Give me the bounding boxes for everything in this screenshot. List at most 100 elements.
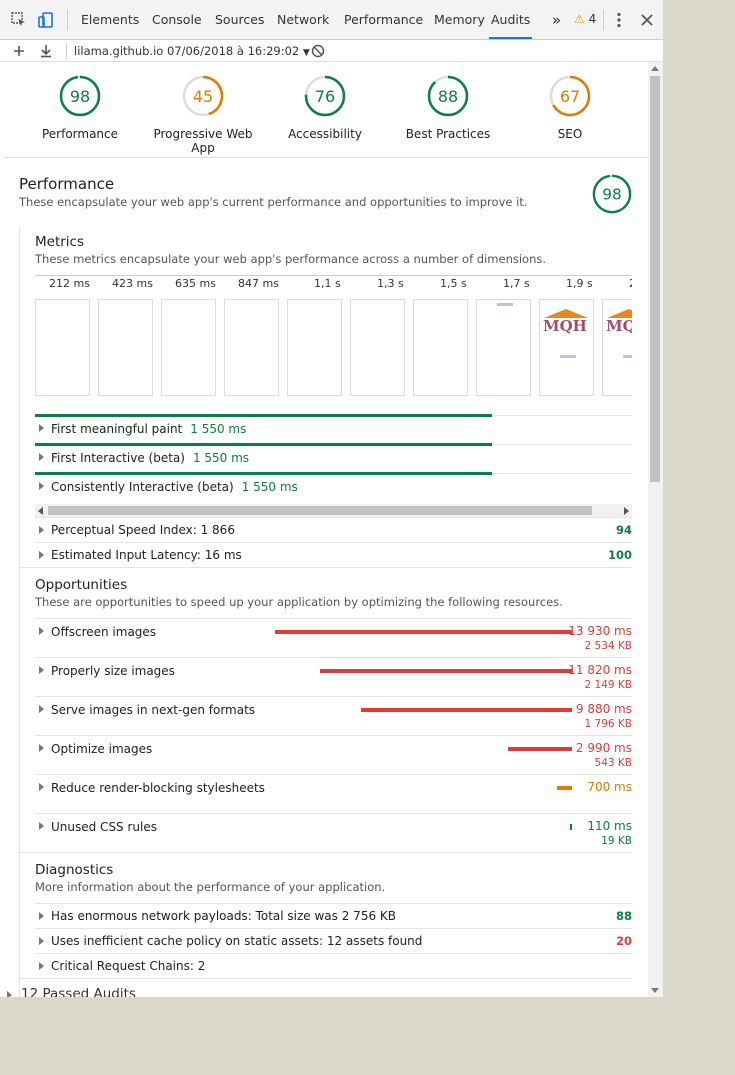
tab-network[interactable]: Network bbox=[277, 0, 329, 39]
gauge-score: 67 bbox=[560, 87, 580, 106]
metric-row[interactable]: Consistently Interactive (beta) 1 550 ms bbox=[35, 472, 632, 502]
filmstrip-frame bbox=[35, 299, 90, 396]
opportunity-row[interactable]: Properly size images 11 820 ms 2 149 KB bbox=[35, 657, 632, 697]
expand-caret-icon bbox=[7, 991, 12, 997]
filmstrip-tick: 1,9 s bbox=[566, 277, 593, 290]
site-logo-thumbnail: MQH bbox=[606, 317, 632, 335]
gauge-seo[interactable]: 67 SEO bbox=[510, 74, 630, 141]
filmstrip-tick: 1,7 s bbox=[503, 277, 530, 290]
new-audit-icon[interactable] bbox=[10, 42, 28, 60]
expand-caret-icon bbox=[39, 526, 44, 534]
opportunity-savings-ms: 9 880 ms bbox=[575, 702, 632, 716]
diagnostics-description: More information about the performance o… bbox=[35, 880, 386, 894]
opportunity-savings-ms: 13 930 ms bbox=[568, 624, 632, 638]
category-score-gauge: 98 bbox=[591, 173, 633, 218]
gauge-label: Progressive Web App bbox=[153, 127, 253, 155]
kebab-menu-icon[interactable] bbox=[610, 11, 628, 29]
scroll-right-icon[interactable] bbox=[624, 507, 629, 515]
diagnostic-row[interactable]: Critical Request Chains: 2 bbox=[35, 953, 632, 979]
scrollbar-thumb[interactable] bbox=[48, 506, 592, 515]
download-report-icon[interactable] bbox=[37, 42, 55, 60]
category-title: Performance bbox=[19, 175, 115, 193]
metric-row[interactable]: First meaningful paint 1 550 ms bbox=[35, 414, 632, 444]
opportunity-label: Optimize images bbox=[51, 742, 153, 756]
opportunity-savings-kb: 19 KB bbox=[601, 835, 632, 847]
tab-elements[interactable]: Elements bbox=[81, 0, 139, 39]
expand-caret-icon bbox=[39, 482, 44, 490]
gauge-label: Accessibility bbox=[288, 127, 362, 141]
metric-score: 94 bbox=[615, 523, 632, 537]
more-tabs-button[interactable]: » bbox=[552, 0, 561, 39]
opportunity-savings-kb: 2 534 KB bbox=[584, 640, 633, 652]
gauge-progressive-web-app[interactable]: 45 Progressive Web App bbox=[143, 74, 263, 155]
toolbar-divider bbox=[66, 43, 67, 59]
filmstrip: 212 ms 423 ms 635 ms 847 ms 1,1 s 1,3 s … bbox=[35, 275, 632, 401]
devtools-toolbar: Elements Console Sources Network Perform… bbox=[0, 0, 663, 40]
scored-metric-row[interactable]: Estimated Input Latency: 16 ms 100 bbox=[35, 542, 632, 568]
scored-metric-row[interactable]: Perceptual Speed Index: 1 866 94 bbox=[35, 517, 632, 543]
gauge-accessibility[interactable]: 76 Accessibility bbox=[265, 74, 385, 141]
opportunity-savings-ms: 11 820 ms bbox=[568, 663, 632, 677]
filmstrip-frame bbox=[161, 299, 216, 396]
opportunity-label: Reduce render-blocking stylesheets bbox=[51, 781, 265, 795]
section-divider bbox=[19, 226, 20, 997]
filmstrip-tick: 212 ms bbox=[49, 277, 90, 290]
opportunity-savings-kb: 1 796 KB bbox=[584, 718, 633, 730]
metric-timing-bar bbox=[35, 414, 492, 417]
gauge-label: Best Practices bbox=[405, 127, 491, 141]
filmstrip-tick: 1,1 s bbox=[314, 277, 341, 290]
opportunity-row[interactable]: Unused CSS rules 110 ms 19 KB bbox=[35, 813, 632, 853]
opportunity-savings-bar bbox=[557, 786, 572, 790]
opportunity-savings-kb: 543 KB bbox=[594, 757, 632, 769]
metric-label: First meaningful paint bbox=[51, 422, 183, 436]
opportunity-savings-bar bbox=[361, 708, 572, 712]
passed-audits-toggle[interactable]: 12 Passed Audits bbox=[7, 986, 136, 997]
diagnostic-row[interactable]: Uses inefficient cache policy on static … bbox=[35, 928, 632, 954]
metric-value: 1 550 ms bbox=[190, 422, 247, 436]
gauge-ring: 67 bbox=[549, 75, 591, 117]
opportunity-savings-kb: 2 149 KB bbox=[584, 679, 633, 691]
gauge-performance[interactable]: 98 Performance bbox=[20, 74, 140, 141]
filmstrip-tick: 1,3 s bbox=[377, 277, 404, 290]
metric-row[interactable]: First Interactive (beta) 1 550 ms bbox=[35, 443, 632, 473]
toolbar-divider bbox=[67, 10, 68, 30]
expand-caret-icon bbox=[39, 705, 44, 713]
diagnostics-title: Diagnostics bbox=[35, 862, 114, 878]
opportunity-row[interactable]: Reduce render-blocking stylesheets 700 ms bbox=[35, 774, 632, 814]
horizontal-scrollbar[interactable] bbox=[35, 504, 632, 517]
close-icon[interactable] bbox=[638, 11, 656, 29]
score-gauges-header: 98 Performance 45 Progressive Web App 76 bbox=[3, 62, 648, 158]
vertical-scrollbar[interactable] bbox=[648, 62, 663, 997]
tab-memory[interactable]: Memory bbox=[434, 0, 485, 39]
opportunity-row[interactable]: Offscreen images 13 930 ms 2 534 KB bbox=[35, 618, 632, 658]
tab-sources[interactable]: Sources bbox=[215, 0, 264, 39]
scrollbar-thumb[interactable] bbox=[650, 76, 660, 482]
clear-all-icon[interactable] bbox=[309, 42, 327, 60]
expand-caret-icon bbox=[39, 627, 44, 635]
device-toolbar-icon[interactable] bbox=[37, 11, 55, 29]
diagnostic-row[interactable]: Has enormous network payloads: Total siz… bbox=[35, 903, 632, 929]
opportunity-savings-bar bbox=[508, 747, 572, 751]
gauge-best-practices[interactable]: 88 Best Practices bbox=[388, 74, 508, 141]
metric-value: 1 550 ms bbox=[192, 451, 250, 465]
warnings-counter[interactable]: ⚠ 4 bbox=[574, 12, 596, 26]
opportunity-row[interactable]: Optimize images 2 990 ms 543 KB bbox=[35, 735, 632, 775]
opportunity-row[interactable]: Serve images in next-gen formats 9 880 ms… bbox=[35, 696, 632, 736]
diagnostic-score: 20 bbox=[615, 934, 632, 948]
inspect-element-icon[interactable] bbox=[10, 11, 28, 29]
expand-caret-icon bbox=[39, 744, 44, 752]
scroll-left-icon[interactable] bbox=[38, 507, 43, 515]
audit-report: 98 Performance 45 Progressive Web App 76 bbox=[3, 62, 648, 997]
tab-audits[interactable]: Audits bbox=[489, 0, 533, 39]
category-description: These encapsulate your web app's current… bbox=[19, 195, 528, 209]
filmstrip-frame bbox=[224, 299, 279, 396]
site-logo-thumbnail: MQH bbox=[543, 317, 587, 335]
report-selector[interactable]: lilama.github.io 07/06/2018 à 16:29:02 ▼ bbox=[74, 40, 310, 64]
tab-performance[interactable]: Performance bbox=[344, 0, 423, 39]
tab-console[interactable]: Console bbox=[152, 0, 202, 39]
gauge-ring: 98 bbox=[59, 75, 101, 117]
diagnostic-label: Uses inefficient cache policy on static … bbox=[51, 934, 423, 948]
scroll-down-icon[interactable] bbox=[651, 988, 659, 993]
scroll-up-icon[interactable] bbox=[651, 66, 659, 71]
audits-report-bar: lilama.github.io 07/06/2018 à 16:29:02 ▼ bbox=[0, 40, 663, 62]
